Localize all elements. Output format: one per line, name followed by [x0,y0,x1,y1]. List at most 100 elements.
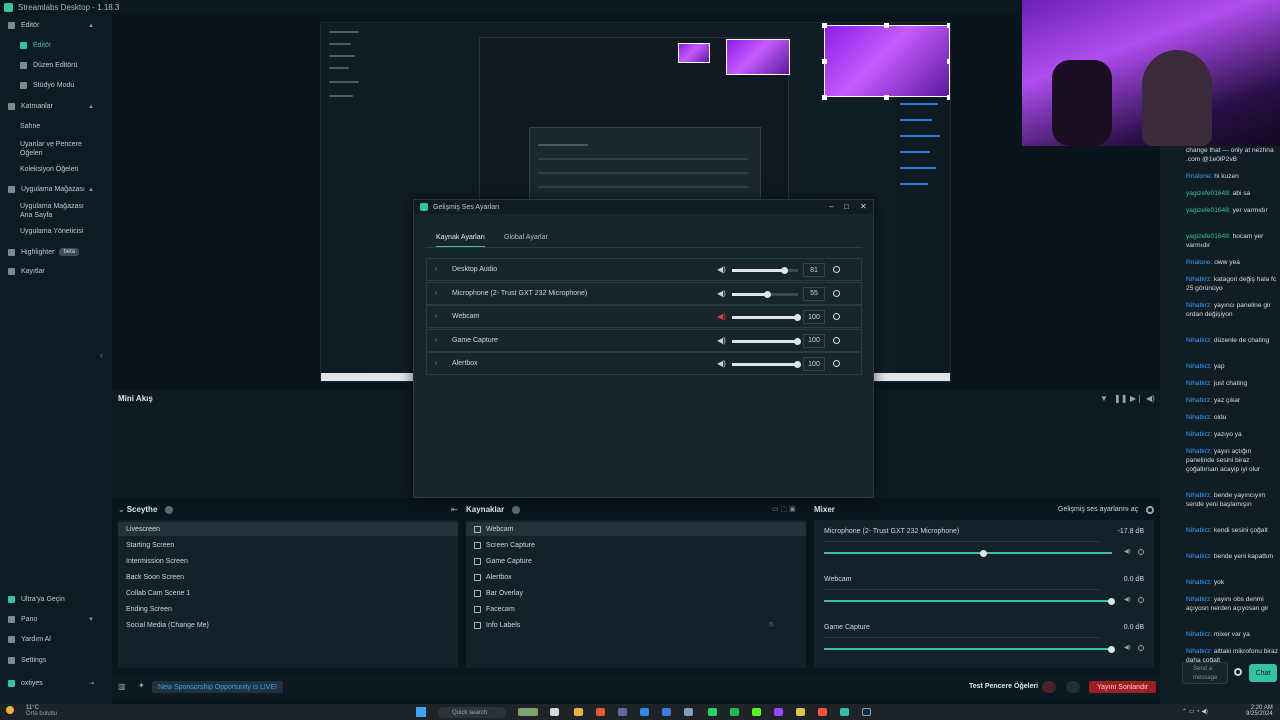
volume-slider-knob[interactable] [794,314,801,321]
close-icon[interactable]: ✕ [860,202,867,211]
app-icon-2[interactable] [796,708,805,716]
chevron-right-icon[interactable]: › [435,266,437,273]
source-item[interactable]: Bar Overlay [466,586,806,600]
steam-icon[interactable] [862,708,871,716]
collapse-sidebar-icon[interactable]: ‹ [100,350,103,360]
chat-username[interactable]: Nihatkrz: [1186,631,1212,638]
chat-username[interactable]: Rnalone: [1186,259,1212,266]
maximize-icon[interactable]: □ [844,202,849,211]
sidebar-item-studio-mode[interactable]: Stüdyo Modu [0,82,112,89]
audio-source-row[interactable]: › Desktop Audio ◀) 81 [426,258,862,281]
audio-source-row[interactable]: › Microphone (2- Trust GXT 232 Microphone… [426,281,862,305]
muted-speaker-icon[interactable]: ◀) [717,312,726,321]
volume-slider-knob[interactable] [781,267,789,274]
volume-slider-knob[interactable] [794,337,801,345]
mixer-volume-slider[interactable] [824,550,1112,557]
scene-item[interactable]: Intermission Screen [118,554,458,568]
audio-source-row[interactable]: › Webcam ◀) 100 [426,305,862,328]
chat-username[interactable]: Nihatkrz: [1186,363,1212,370]
scene-item[interactable]: Ending Screen [118,602,458,616]
chat-username[interactable]: Nihatkrz: [1186,397,1212,404]
mixer-volume-icon[interactable]: ◀) [1124,596,1131,603]
record-button[interactable] [1042,681,1056,693]
speaker-icon[interactable]: ◀) [717,336,726,345]
eye-icon[interactable] [833,360,840,367]
sidebar-item-ultra[interactable]: Ultra'ya Geçin [0,596,112,603]
scene-item[interactable]: Social Media (Change Me) [118,618,458,632]
mixer-gear-icon[interactable] [1138,645,1144,651]
chat-username[interactable]: Nihatkrz: [1186,648,1212,655]
filter-icon[interactable]: ▼ [1100,394,1108,403]
file-explorer-icon[interactable] [574,708,583,716]
app-icon[interactable] [684,708,693,716]
spotify-icon[interactable] [730,708,739,716]
task-view-icon[interactable] [550,708,559,716]
minimize-icon[interactable]: – [829,202,833,211]
chat-username[interactable]: Nihatkrz: [1186,553,1212,560]
source-visibility-icon[interactable]: ⦸ [769,621,774,629]
chat-username[interactable]: yagizefe01648: [1186,190,1231,197]
volume-value-input[interactable]: 100 [803,357,825,371]
chat-username[interactable]: Nihatkrz: [1186,492,1212,499]
volume-slider-knob[interactable] [794,361,801,368]
speaker-icon[interactable]: ◀) [717,359,726,368]
sidebar-item-alerts-widgets[interactable]: Uyarılar ve Pencere Öğeleri [0,140,90,158]
chat-username[interactable]: Nihatkrz: [1186,337,1212,344]
taskbar-search[interactable]: Quick search [438,707,506,718]
chat-username[interactable]: Nihatkrz: [1186,380,1212,387]
windows-start-icon[interactable] [416,707,426,717]
sidebar-item-collection[interactable]: Koleksiyon Öğeleri [0,166,112,173]
chat-username[interactable]: Nihatkrz: [1186,527,1212,534]
mixer-volume-slider[interactable] [824,598,1115,605]
chat-username[interactable]: Nihatkrz: [1186,276,1212,283]
sidebar-item-app-store-home[interactable]: Uygulama Mağazası Ana Sayfa [0,202,90,220]
eye-icon[interactable] [833,266,840,273]
sidebar-item-recordings[interactable]: Kayıtlar [0,268,112,275]
chevron-right-icon[interactable]: › [435,360,437,367]
tab-global-settings[interactable]: Global Ayarlar [504,234,548,241]
streamlabs-icon[interactable] [840,708,849,716]
skip-icon[interactable]: ▶❘ [1130,394,1143,403]
chat-username[interactable]: Nihatkrz: [1186,579,1212,586]
sidebar-item-dashboard[interactable]: Pano ▼ [0,616,112,623]
weather-widget[interactable]: 11°C Orta bulutlu [26,705,57,717]
sidebar-section-editor[interactable]: Editör ▲ [0,22,112,29]
audio-source-row[interactable]: › Game Capture ◀) 100 [426,328,862,352]
mixer-volume-slider[interactable] [824,646,1115,653]
chat-username[interactable]: Nihatkrz: [1186,431,1212,438]
volume-slider[interactable] [732,267,798,274]
volume-value-input[interactable]: 100 [803,333,825,348]
sidebar-item-scene[interactable]: Sahne [0,123,112,130]
mixer-gear-icon[interactable] [1146,506,1154,514]
tray-icons[interactable]: ⌃ ▭ ◔ ◀) [1182,708,1208,715]
speaker-icon[interactable]: ◀) [717,289,726,298]
replay-buffer-icon[interactable] [1066,681,1080,693]
chevron-right-icon[interactable]: › [435,290,437,297]
mixer-gear-icon[interactable] [1138,597,1144,603]
source-item[interactable]: Webcam [466,522,806,536]
scene-item[interactable]: Starting Screen [118,538,458,552]
widget-app-icon[interactable] [518,708,538,716]
chevron-right-icon[interactable]: › [435,313,437,320]
stats-icon[interactable]: ▥ [118,682,126,691]
volume-slider[interactable] [732,361,801,368]
sidebar-section-layers[interactable]: Katmanlar ▲ [0,103,112,110]
mixer-slider-knob[interactable] [1108,646,1115,653]
webcam-source-selected[interactable] [824,25,950,97]
eye-icon[interactable] [833,313,840,320]
sidebar-item-layout-editor[interactable]: Düzen Editörü [0,62,112,69]
volume-value-input[interactable]: 81 [803,263,825,277]
edge-icon[interactable] [640,708,649,716]
twitch-icon[interactable] [774,708,783,716]
mixer-gear-icon[interactable] [1138,549,1144,555]
mixer-slider-knob[interactable] [980,550,988,557]
volume-value-input[interactable]: 100 [803,310,825,324]
scene-item[interactable]: Back Soon Screen [118,570,458,584]
speaker-icon[interactable]: ◀) [717,265,726,274]
kick-icon[interactable] [752,708,761,716]
sidebar-section-app-store[interactable]: Uygulama Mağazası ▲ [0,186,112,193]
pause-icon[interactable]: ❚❚ [1114,394,1127,403]
scene-transitions-icon[interactable]: ⇤ [451,505,458,514]
sidebar-item-help[interactable]: Yardım Al [0,636,112,643]
source-item[interactable]: Info Labels [466,618,806,632]
